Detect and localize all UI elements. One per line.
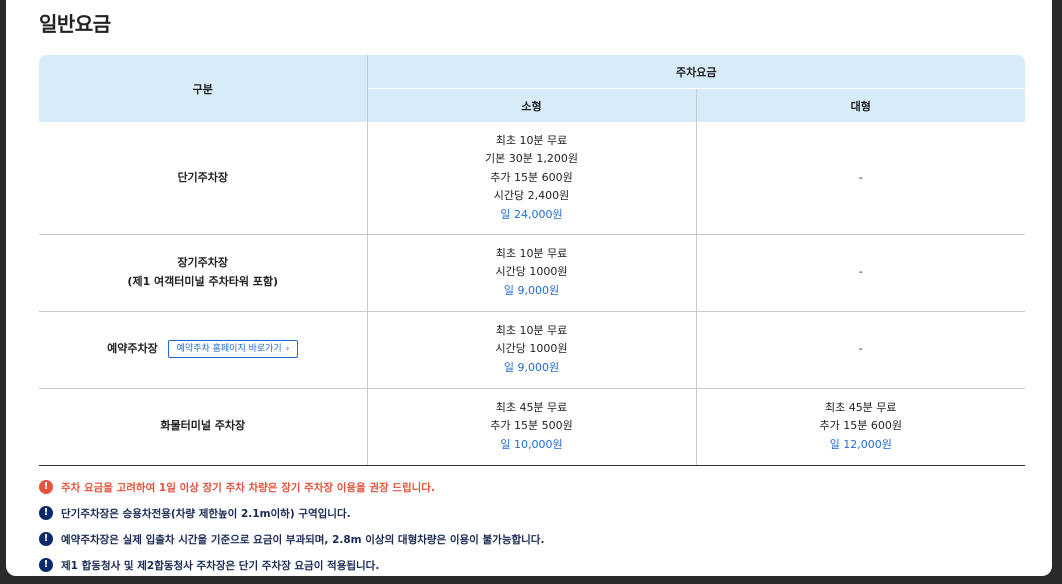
large-car-fee: 최초 45분 무료 추가 15분 600원 일 12,000원	[696, 388, 1026, 466]
exclamation-icon: !	[39, 532, 53, 546]
page-title: 일반요금	[39, 12, 111, 36]
notice-item: ! 제1 합동청사 및 제2합동청사 주차장은 단기 주차장 요금이 적용됩니다…	[39, 558, 1025, 572]
exclamation-icon: !	[39, 506, 53, 520]
notice-text: 주차 요금을 고려하여 1일 이상 장기 주차 차량은 장기 주차장 이용을 권…	[61, 481, 435, 494]
fee-line: 최초 10분 무료	[495, 323, 568, 337]
notice-list: ! 주차 요금을 고려하여 1일 이상 장기 주차 차량은 장기 주차장 이용을…	[39, 480, 1025, 576]
fee-line: 최초 45분 무료	[495, 400, 568, 414]
large-car-fee: -	[696, 234, 1026, 312]
row-name-cell: 예약주차장 예약주차 홈페이지 바로가기 ›	[39, 311, 368, 389]
table-row: 장기주차장 (제1 여객터미널 주차타워 포함) 최초 10분 무료 시간당 1…	[39, 234, 1026, 312]
fee-line: 시간당 1000원	[495, 342, 568, 356]
fee-line: 시간당 1000원	[495, 265, 568, 279]
fee-line: 최초 45분 무료	[824, 400, 897, 414]
row-name: 예약주차장	[107, 342, 158, 356]
fee-line: 최초 10분 무료	[495, 246, 568, 260]
reservation-homepage-button[interactable]: 예약주차 홈페이지 바로가기 ›	[167, 340, 299, 359]
small-car-fee: 최초 45분 무료 추가 15분 500원 일 10,000원	[367, 388, 697, 466]
notice-item: ! 단기주차장은 승용차전용(차량 제한높이 2.1m이하) 구역입니다.	[39, 506, 1025, 520]
fee-line: 최초 10분 무료	[495, 133, 568, 147]
header-large-car: 대형	[696, 88, 1026, 122]
fee-line: 추가 15분 600원	[490, 170, 573, 184]
fee-line: 추가 15분 500원	[490, 419, 573, 433]
reservation-button-label: 예약주차 홈페이지 바로가기	[176, 344, 282, 355]
small-car-fee: 최초 10분 무료 기본 30분 1,200원 추가 15분 600원 시간당 …	[367, 122, 697, 235]
table-row: 예약주차장 예약주차 홈페이지 바로가기 › 최초 10분 무료 시간당 1000…	[39, 311, 1026, 389]
row-name: 장기주차장	[177, 256, 229, 269]
header-fee: 주차요금	[367, 55, 1026, 89]
fee-line: 기본 30분 1,200원	[485, 152, 578, 165]
small-car-fee: 최초 10분 무료 시간당 1000원 일 9,000원	[367, 234, 697, 312]
daily-max-fee: 일 24,000원	[500, 207, 563, 221]
page-frame: 일반요금 구분 주차요금 소형 대형 단기주차장 최초 10분 무료 기본 30…	[6, 0, 1052, 576]
row-name-cell: 장기주차장 (제1 여객터미널 주차타워 포함)	[39, 234, 368, 312]
exclamation-icon: !	[39, 480, 53, 494]
header-category: 구분	[39, 55, 368, 122]
row-name: 단기주차장	[39, 122, 368, 235]
small-car-fee: 최초 10분 무료 시간당 1000원 일 9,000원	[367, 311, 697, 389]
daily-max-fee: 일 9,000원	[503, 360, 560, 374]
large-car-fee: -	[696, 122, 1026, 235]
daily-max-fee: 일 10,000원	[500, 437, 563, 451]
parking-fee-table: 구분 주차요금 소형 대형 단기주차장 최초 10분 무료 기본 30분 1,2…	[39, 55, 1026, 466]
large-car-fee: -	[696, 311, 1026, 389]
table-row: 화물터미널 주차장 최초 45분 무료 추가 15분 500원 일 10,000…	[39, 388, 1026, 466]
exclamation-icon: !	[39, 558, 53, 572]
header-small-car: 소형	[367, 88, 697, 122]
fee-line: 시간당 2,400원	[493, 189, 570, 202]
notice-text: 제1 합동청사 및 제2합동청사 주차장은 단기 주차장 요금이 적용됩니다.	[61, 559, 380, 572]
notice-text: 예약주차장은 실제 입출차 시간을 기준으로 요금이 부과되며, 2.8m 이상…	[61, 533, 545, 546]
daily-max-fee: 일 9,000원	[503, 283, 560, 297]
chevron-right-icon: ›	[285, 344, 290, 355]
daily-max-fee: 일 12,000원	[829, 437, 892, 451]
notice-text: 단기주차장은 승용차전용(차량 제한높이 2.1m이하) 구역입니다.	[61, 507, 351, 520]
row-name: 화물터미널 주차장	[39, 388, 368, 466]
row-name-sub: (제1 여객터미널 주차타워 포함)	[127, 274, 279, 288]
fee-line: 추가 15분 600원	[819, 419, 902, 433]
table-row: 단기주차장 최초 10분 무료 기본 30분 1,200원 추가 15분 600…	[39, 122, 1026, 235]
notice-item-warning: ! 주차 요금을 고려하여 1일 이상 장기 주차 차량은 장기 주차장 이용을…	[39, 480, 1025, 494]
notice-item: ! 예약주차장은 실제 입출차 시간을 기준으로 요금이 부과되며, 2.8m …	[39, 532, 1025, 546]
